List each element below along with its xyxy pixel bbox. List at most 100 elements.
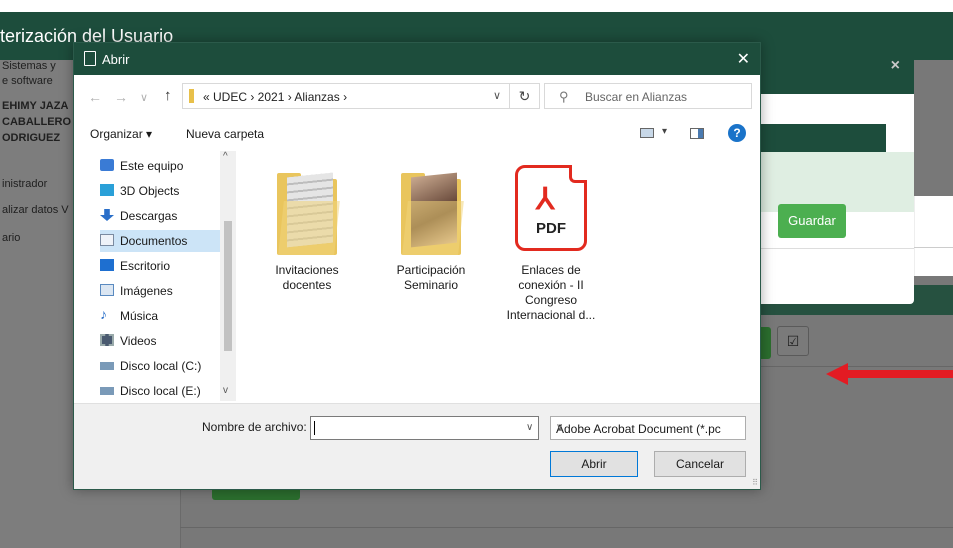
nav-item-label: Videos — [120, 334, 157, 348]
open-button[interactable]: Abrir — [550, 451, 638, 477]
video-icon — [100, 334, 114, 346]
organize-menu[interactable]: Organizar ▾ — [90, 127, 152, 141]
dialog-title: Abrir — [102, 52, 130, 67]
chevron-down-icon[interactable]: ∨ — [493, 89, 501, 102]
file-item-folder[interactable]: Participación Seminario — [386, 171, 476, 293]
filename-input[interactable] — [310, 416, 539, 440]
sidebar-item[interactable]: alizar datos V — [2, 204, 69, 216]
refresh-icon[interactable]: ↻ — [510, 83, 540, 109]
search-icon: ⚲ — [559, 89, 569, 104]
divider — [750, 248, 914, 249]
nav-item-label: Escritorio — [120, 259, 171, 273]
user-name: CABALLERO — [2, 116, 72, 128]
navigation-pane: Este equipo 3D Objects Descargas Documen… — [74, 151, 236, 401]
computer-icon — [100, 159, 114, 171]
preview-pane-icon[interactable] — [690, 128, 704, 139]
background-modal: × Guardar — [750, 42, 914, 304]
search-input[interactable]: ⚲ Buscar en Alianzas — [544, 83, 752, 109]
help-icon[interactable]: ? — [728, 124, 746, 142]
new-folder-button[interactable]: Nueva carpeta — [186, 127, 264, 141]
chevron-down-icon[interactable]: ∨ — [526, 422, 533, 433]
nav-item-label: Documentos — [120, 234, 188, 248]
forward-arrow-icon[interactable]: → — [114, 89, 128, 105]
nav-item-label: Este equipo — [120, 159, 184, 173]
file-name: Participación Seminario — [396, 263, 466, 292]
folder-icon — [401, 171, 464, 255]
nav-item-label: Disco local (E:) — [120, 384, 201, 398]
pdf-badge: PDF — [536, 220, 566, 237]
nav-item-descargas[interactable]: Descargas — [100, 205, 236, 227]
nav-item-disco-e[interactable]: Disco local (E:) — [100, 380, 236, 401]
drive-icon — [100, 362, 114, 370]
nav-item-videos[interactable]: Videos — [100, 330, 236, 352]
dialog-titlebar: Abrir ✕ — [74, 43, 760, 75]
nav-item-imagenes[interactable]: Imágenes — [100, 280, 236, 302]
chevron-down-icon[interactable]: ▾ — [662, 126, 667, 137]
address-bar[interactable]: « UDEC › 2021 › Alianzas › ∨ — [182, 83, 510, 109]
folder-icon — [189, 89, 194, 103]
close-icon[interactable]: ✕ — [737, 49, 750, 69]
cancel-button[interactable]: Cancelar — [654, 451, 746, 477]
nav-item-disco-c[interactable]: Disco local (C:) — [100, 355, 236, 377]
resize-grip-icon[interactable]: ⠿ — [752, 478, 758, 487]
sidebar-item[interactable]: inistrador — [2, 178, 47, 190]
dialog-footer: Nombre de archivo: ∨ Adobe Acrobat Docum… — [74, 403, 760, 489]
sidebar-text: Sistemas y — [2, 60, 56, 72]
sidebar-text: e software — [2, 75, 53, 87]
file-icon — [84, 51, 96, 66]
filename-label: Nombre de archivo: — [202, 420, 307, 434]
drive-icon — [100, 387, 114, 395]
modal-section-bar — [758, 124, 886, 152]
search-placeholder: Buscar en Alianzas — [585, 90, 688, 104]
scroll-down-icon[interactable]: v — [223, 385, 228, 396]
scroll-up-icon[interactable]: ^ — [223, 151, 228, 162]
divider — [180, 527, 953, 528]
breadcrumb[interactable]: « UDEC › 2021 › Alianzas › — [203, 90, 347, 104]
command-bar: Organizar ▾ Nueva carpeta ▾ ? — [74, 119, 760, 149]
browser-top-strip — [0, 0, 953, 12]
scroll-thumb[interactable] — [224, 221, 232, 351]
modal-close-icon[interactable]: × — [891, 57, 900, 75]
nav-item-documentos[interactable]: Documentos — [100, 230, 236, 252]
chevron-down-icon[interactable]: ∨ — [556, 422, 740, 433]
edit-icon[interactable]: ☑ — [777, 326, 809, 356]
file-name: Enlaces de conexión - II Congreso Intern… — [506, 263, 596, 322]
save-button[interactable]: Guardar — [778, 204, 846, 238]
filetype-select[interactable]: Adobe Acrobat Document (*.pc ∨ — [550, 416, 746, 440]
document-icon — [100, 234, 114, 246]
music-icon: ♪ — [100, 306, 107, 322]
user-name: EHIMY JAZA — [2, 100, 69, 112]
nav-item-musica[interactable]: ♪ Música — [100, 305, 236, 327]
nav-item-escritorio[interactable]: Escritorio — [100, 255, 236, 277]
recent-locations-icon[interactable]: ∨ — [140, 91, 148, 104]
nav-item-label: 3D Objects — [120, 184, 180, 198]
sidebar-item[interactable]: ario — [2, 232, 20, 244]
red-arrow-annotation — [826, 363, 953, 385]
file-name: Invitaciones docentes — [275, 263, 339, 292]
cube-icon — [100, 184, 114, 196]
folder-icon — [277, 171, 340, 255]
view-options-icon[interactable] — [640, 128, 654, 138]
file-item-folder[interactable]: Invitaciones docentes — [262, 171, 352, 293]
open-file-dialog: Abrir ✕ ← → ∨ ↑ « UDEC › 2021 › Alianzas… — [73, 42, 761, 490]
nav-item-label: Música — [120, 309, 159, 323]
file-item-pdf[interactable]: ⅄ PDF Enlaces de conexión - II Congreso … — [506, 165, 596, 323]
modal-header: × — [750, 42, 914, 94]
pdf-file-icon: ⅄ PDF — [512, 165, 590, 255]
modal-section — [750, 152, 914, 212]
nav-item-label: Disco local (C:) — [120, 359, 202, 373]
nav-item-este-equipo[interactable]: Este equipo — [100, 155, 236, 177]
divider — [914, 247, 953, 248]
nav-item-label: Descargas — [120, 209, 178, 223]
user-name: ODRIGUEZ — [2, 132, 61, 144]
nav-pane-scrollbar[interactable]: ^ v — [220, 151, 236, 401]
nav-item-3d-objects[interactable]: 3D Objects — [100, 180, 236, 202]
download-icon — [100, 209, 114, 221]
up-arrow-icon[interactable]: ↑ — [164, 87, 172, 104]
page-right-panel — [914, 196, 953, 276]
back-arrow-icon[interactable]: ← — [88, 89, 102, 105]
nav-item-label: Imágenes — [120, 284, 173, 298]
desktop-icon — [100, 259, 114, 271]
pictures-icon — [100, 284, 114, 296]
navigation-bar: ← → ∨ ↑ « UDEC › 2021 › Alianzas › ∨ ↻ ⚲… — [74, 75, 760, 119]
